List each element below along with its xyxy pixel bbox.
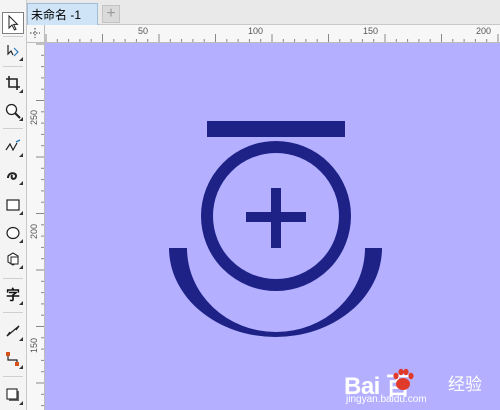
freehand-tool[interactable] [2, 136, 24, 158]
drawing-canvas[interactable]: Bai 百 经验 jingyan.baidu.com [45, 43, 500, 410]
v-ruler-label: 150 [29, 337, 39, 353]
top-bar-shape[interactable] [207, 121, 345, 137]
h-ruler-label: 50 [138, 26, 149, 36]
document-tab[interactable]: 未命名 -1 [27, 3, 98, 25]
shape-tool[interactable] [2, 40, 24, 62]
cursor-arrow-icon [8, 14, 19, 31]
v-ruler-label: 250 [29, 109, 39, 125]
v-ruler-label: 200 [29, 223, 39, 239]
zoom-tool[interactable] [2, 100, 24, 122]
paw-icon [393, 368, 414, 390]
connector-tool[interactable] [2, 348, 24, 370]
vertical-ruler[interactable]: 250 200 150 [27, 43, 45, 410]
polygon-tool[interactable] [2, 248, 24, 270]
watermark-suffix: 经验 [448, 375, 482, 394]
new-document-tab-button[interactable]: + [102, 5, 120, 23]
text-tool[interactable]: 字 [2, 284, 24, 306]
horizontal-ruler[interactable]: 50 100 150 200 [45, 25, 500, 43]
h-ruler-label: 100 [248, 26, 264, 36]
dimension-tool[interactable] [2, 320, 24, 342]
h-ruler-label: 150 [363, 26, 379, 36]
plus-icon: + [106, 5, 116, 22]
crop-tool[interactable] [2, 72, 24, 94]
h-ruler-label: 200 [476, 26, 492, 36]
ellipse-tool[interactable] [2, 222, 24, 244]
text-char-icon: 字 [6, 288, 20, 304]
plus-vertical-shape[interactable] [271, 188, 281, 248]
artistic-media-tool[interactable] [2, 164, 24, 186]
document-tab-bar: 未命名 -1 + [27, 0, 500, 25]
rectangle-tool[interactable] [2, 194, 24, 216]
ruler-origin-icon [30, 28, 40, 38]
drop-shadow-tool[interactable] [2, 384, 24, 406]
toolbox: 字 [0, 0, 27, 410]
document-tab-title: 未命名 -1 [31, 8, 82, 22]
pick-tool[interactable] [2, 12, 24, 34]
ruler-origin[interactable] [27, 25, 45, 43]
watermark: Bai 百 经验 jingyan.baidu.com [344, 366, 494, 406]
canvas-artwork [45, 43, 500, 410]
watermark-url: jingyan.baidu.com [346, 394, 427, 405]
horizontal-ruler-ticks [45, 34, 499, 42]
